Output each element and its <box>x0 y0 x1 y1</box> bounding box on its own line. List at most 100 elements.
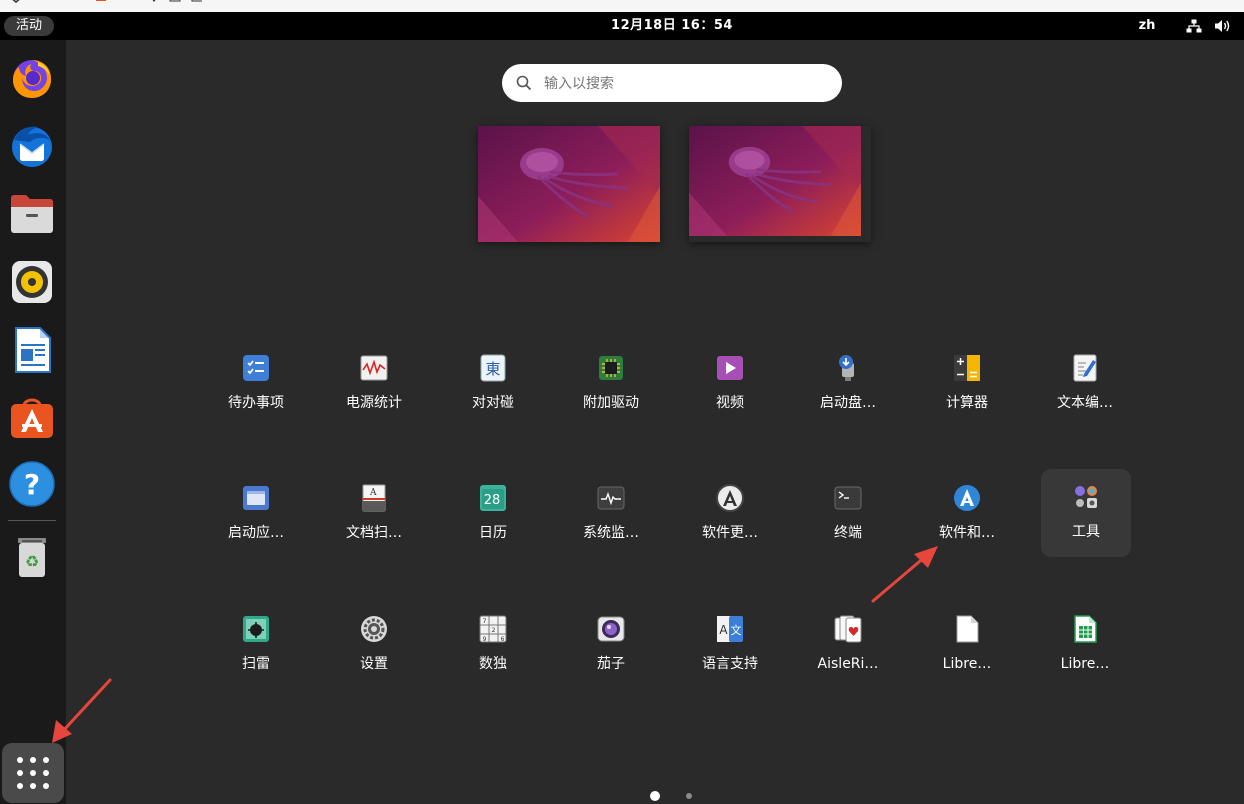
dock-item-files[interactable] <box>8 190 56 238</box>
text-editor-icon <box>1073 354 1097 382</box>
rhythmbox-icon <box>12 261 52 303</box>
app-label: 语言支持 <box>702 656 758 672</box>
dock-item-trash[interactable]: ♻ <box>8 532 56 580</box>
app-startup-disk-creator[interactable]: 启动盘… <box>803 340 893 428</box>
app-cheese[interactable]: 茄子 <box>566 601 656 689</box>
help-icon: ? <box>9 461 55 507</box>
settings-gear-icon <box>361 616 387 642</box>
app-label: 对对碰 <box>472 395 514 411</box>
chevron-fragment-icon <box>12 0 20 3</box>
clock[interactable]: 12月18日 16：54 <box>572 12 772 40</box>
app-aisleriot[interactable]: AisleRi… <box>803 601 893 689</box>
app-label: 软件和… <box>939 525 995 541</box>
app-label: 工具 <box>1072 524 1100 540</box>
app-language-support[interactable]: A 文 语言支持 <box>685 601 775 689</box>
app-folder-tools[interactable]: 工具 <box>1041 469 1131 557</box>
app-label: 终端 <box>834 525 862 541</box>
network-wired-icon[interactable] <box>1186 19 1202 33</box>
app-label: 文本编… <box>1057 395 1113 411</box>
app-label: 扫雷 <box>242 656 270 672</box>
files-icon <box>11 195 53 233</box>
dock-item-rhythmbox[interactable] <box>8 258 56 306</box>
language-icon: A 文 <box>717 616 743 642</box>
dock-item-ubuntu-software[interactable] <box>8 392 56 440</box>
svg-text:東: 東 <box>485 360 500 378</box>
libreoffice-icon <box>956 615 979 643</box>
jellyfish-wallpaper-icon <box>478 126 660 242</box>
dock-item-help[interactable]: ? <box>8 460 56 508</box>
search-input[interactable] <box>542 64 836 104</box>
app-label: 启动应… <box>228 525 284 541</box>
terminal-icon <box>834 486 862 510</box>
app-todo[interactable]: 待办事项 <box>211 340 301 428</box>
software-updater-icon <box>716 484 744 512</box>
desktop-overview: 活动 12月18日 16：54 zh ? ♻ 输入以搜索 待办事项 电源统计 東… <box>0 0 1244 804</box>
app-libreoffice-calc[interactable]: Libre… <box>1040 601 1130 689</box>
svg-text:?: ? <box>24 468 40 501</box>
dock-item-firefox[interactable] <box>8 54 56 102</box>
app-label: 茄子 <box>597 656 625 672</box>
aisleriot-icon <box>834 615 862 643</box>
svg-text:6: 6 <box>501 636 505 643</box>
app-label: 启动盘… <box>820 395 876 411</box>
libreoffice-calc-icon <box>1074 615 1097 643</box>
app-label: AisleRi… <box>817 656 879 672</box>
workspace-thumbnail-1[interactable] <box>478 126 660 242</box>
app-video[interactable]: 视频 <box>685 340 775 428</box>
power-statistics-icon <box>360 355 388 381</box>
page-indicator-2[interactable] <box>686 793 692 799</box>
show-applications-button[interactable] <box>2 743 64 803</box>
dock-item-libreoffice-writer[interactable] <box>8 326 56 374</box>
calendar-icon: 28 <box>480 485 506 511</box>
app-software-updater[interactable]: 软件更… <box>685 470 775 558</box>
app-label: 待办事项 <box>228 395 284 411</box>
svg-text:A: A <box>719 623 728 637</box>
svg-text:7: 7 <box>483 618 487 625</box>
app-label: 计算器 <box>946 395 988 411</box>
volume-icon[interactable] <box>1214 18 1232 34</box>
svg-text:♻: ♻ <box>25 552 39 571</box>
writer-icon <box>15 327 51 373</box>
app-startup-applications[interactable]: 启动应… <box>211 470 301 558</box>
app-additional-drivers[interactable]: 附加驱动 <box>566 340 656 428</box>
app-label: 系统监… <box>583 525 639 541</box>
app-sudoku[interactable]: 7 2 6 9 数独 <box>448 601 538 689</box>
app-calculator[interactable]: 计算器 <box>922 340 1012 428</box>
app-libreoffice[interactable]: Libre… <box>922 601 1012 689</box>
toolbar-fragment-icon <box>152 0 202 3</box>
usb-creator-icon <box>839 355 854 381</box>
app-label: 附加驱动 <box>583 395 639 411</box>
app-fragment-icon <box>96 0 106 1</box>
activities-button[interactable]: 活动 <box>4 16 55 36</box>
app-label: Libre… <box>1060 656 1110 672</box>
app-calendar[interactable]: 28 日历 <box>448 470 538 558</box>
app-mahjongg[interactable]: 東 对对碰 <box>448 340 538 428</box>
jellyfish-wallpaper-icon <box>689 126 861 236</box>
app-document-scanner[interactable]: A 文档扫… <box>329 470 419 558</box>
thunderbird-icon <box>12 126 52 167</box>
search-icon <box>516 75 532 91</box>
annotation-arrow-icon <box>871 546 938 603</box>
workspace-thumbnail-2[interactable] <box>689 126 871 242</box>
dock-item-thunderbird[interactable] <box>8 122 56 170</box>
app-system-monitor[interactable]: 系统监… <box>566 470 656 558</box>
app-label: 视频 <box>716 395 744 411</box>
folder-tools-icon <box>1075 486 1097 508</box>
app-label: 日历 <box>479 525 507 541</box>
app-label: 数独 <box>479 656 507 672</box>
app-text-editor[interactable]: 文本编… <box>1040 340 1130 428</box>
firefox-icon <box>13 60 52 98</box>
system-monitor-icon <box>597 486 625 510</box>
app-label: 文档扫… <box>346 525 402 541</box>
app-mines[interactable]: 扫雷 <box>211 601 301 689</box>
app-settings[interactable]: 设置 <box>329 601 419 689</box>
app-label: Libre… <box>942 656 992 672</box>
page-indicator-1[interactable] <box>650 791 660 801</box>
app-power-statistics[interactable]: 电源统计 <box>329 340 419 428</box>
input-method-indicator[interactable]: zh <box>1130 12 1164 40</box>
app-label: 软件更… <box>702 525 758 541</box>
grid-icon <box>17 757 49 789</box>
svg-text:A: A <box>369 488 377 498</box>
calculator-icon <box>954 355 980 381</box>
search-bar[interactable] <box>502 64 842 104</box>
